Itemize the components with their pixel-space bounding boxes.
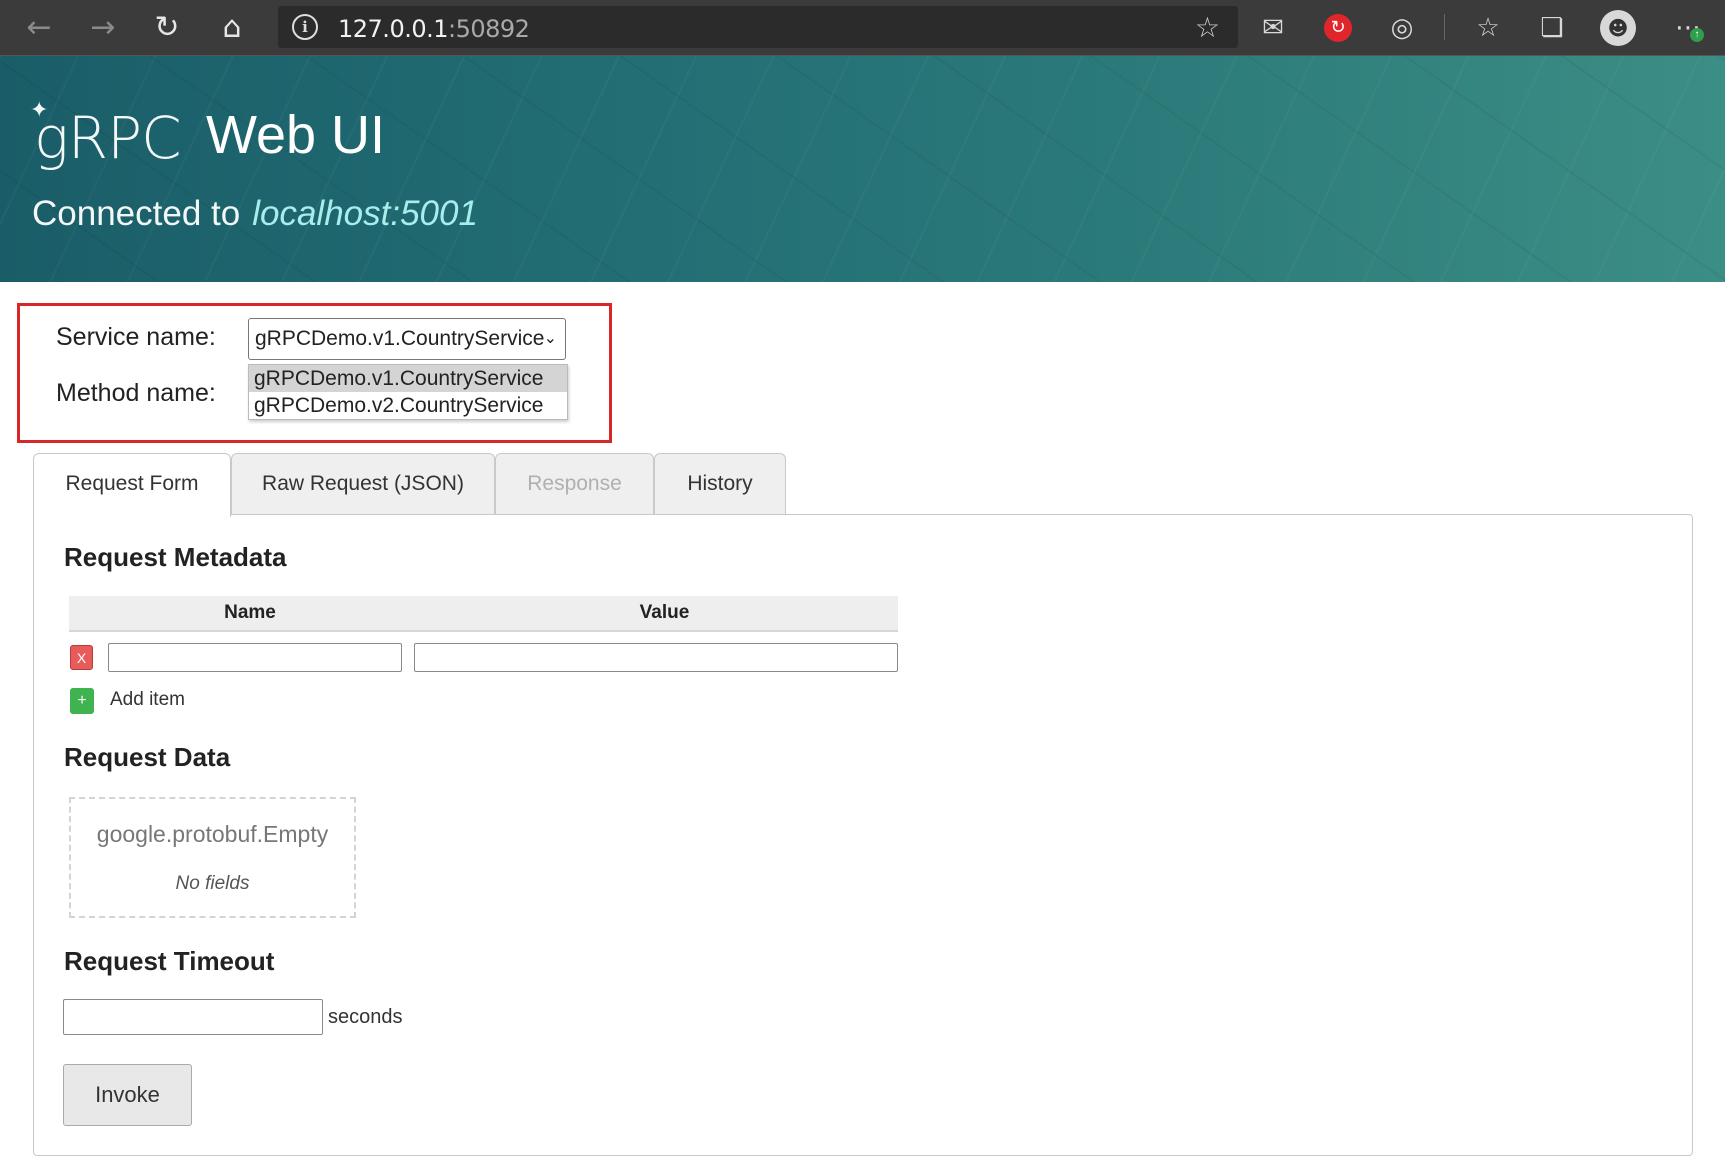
- extension-sync-icon[interactable]: ↻: [1309, 0, 1367, 55]
- app-header: ✦ gRPC Web UI Connected to localhost:5001: [0, 56, 1725, 282]
- add-item-icon[interactable]: +: [70, 688, 94, 714]
- metadata-heading: Request Metadata: [64, 542, 287, 572]
- toolbar-separator: [1444, 14, 1445, 40]
- method-name-label: Method name:: [56, 379, 216, 407]
- column-header-value: Value: [431, 596, 898, 632]
- timeout-input[interactable]: [63, 999, 323, 1035]
- app-title: Web UI: [206, 105, 386, 165]
- add-item-label[interactable]: Add item: [110, 689, 185, 711]
- connected-host: localhost:5001: [252, 194, 478, 233]
- favorites-icon[interactable]: ☆: [1459, 0, 1517, 55]
- forward-icon[interactable]: →: [74, 0, 132, 55]
- service-option[interactable]: gRPCDemo.v2.CountryService: [249, 392, 567, 419]
- service-option[interactable]: gRPCDemo.v1.CountryService: [249, 365, 567, 392]
- invoke-button[interactable]: Invoke: [63, 1064, 192, 1126]
- timeout-heading: Request Timeout: [64, 946, 275, 976]
- metadata-value-input[interactable]: [414, 643, 898, 672]
- no-fields-text: No fields: [175, 873, 250, 894]
- service-name-label: Service name:: [56, 323, 216, 351]
- request-data-heading: Request Data: [64, 742, 231, 772]
- update-badge-icon: ↑: [1690, 28, 1704, 42]
- favorite-star-icon[interactable]: ☆: [1195, 11, 1220, 44]
- logo-text: gRPC: [34, 104, 182, 172]
- tab-response[interactable]: Response: [495, 453, 654, 515]
- home-icon[interactable]: ⌂: [203, 0, 261, 55]
- tab-raw-request[interactable]: Raw Request (JSON): [231, 453, 495, 515]
- service-dropdown-list: gRPCDemo.v1.CountryService gRPCDemo.v2.C…: [248, 364, 568, 420]
- address-url: 127.0.0.1:50892: [338, 15, 530, 43]
- url-host: 127.0.0.1: [338, 15, 449, 43]
- profile-avatar[interactable]: ☻: [1589, 0, 1647, 55]
- address-bar[interactable]: i 127.0.0.1:50892 ☆: [278, 6, 1238, 48]
- service-select[interactable]: gRPCDemo.v1.CountryService ⌄: [248, 318, 566, 360]
- site-info-icon[interactable]: i: [292, 14, 318, 40]
- message-fields-box: google.protobuf.Empty No fields: [69, 797, 356, 918]
- tracking-icon[interactable]: ◎: [1373, 0, 1431, 55]
- browser-toolbar: ← → ↻ ⌂ i 127.0.0.1:50892 ☆ ✉ ↻ ◎ ☆ ❏ ☻ …: [0, 0, 1725, 56]
- tab-request-form[interactable]: Request Form: [33, 453, 231, 517]
- more-menu-icon[interactable]: ⋯: [1659, 0, 1717, 55]
- collections-icon[interactable]: ❏: [1523, 0, 1581, 55]
- url-port: :50892: [448, 15, 530, 43]
- grpc-logo: ✦ gRPC: [30, 98, 182, 172]
- refresh-icon[interactable]: ↻: [138, 0, 196, 55]
- mail-icon[interactable]: ✉: [1244, 0, 1302, 55]
- column-header-name: Name: [69, 596, 431, 632]
- sparkle-icon: ✦: [30, 98, 48, 123]
- chevron-down-icon: ⌄: [543, 330, 557, 347]
- tab-history[interactable]: History: [654, 453, 786, 515]
- connected-prefix: Connected to: [32, 194, 241, 233]
- message-type-name: google.protobuf.Empty: [96, 821, 329, 847]
- service-select-value: gRPCDemo.v1.CountryService: [255, 327, 545, 350]
- metadata-name-input[interactable]: [108, 643, 402, 672]
- connection-status: Connected to localhost:5001: [32, 194, 478, 234]
- back-icon[interactable]: ←: [10, 0, 68, 55]
- timeout-unit-label: seconds: [328, 1006, 403, 1028]
- remove-row-button[interactable]: X: [70, 645, 93, 670]
